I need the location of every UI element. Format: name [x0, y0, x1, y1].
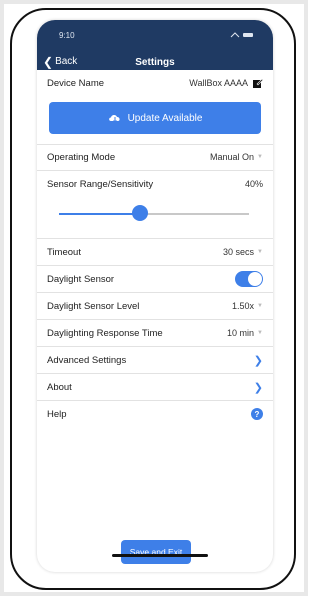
response-time-value: 10 min [227, 328, 255, 338]
timeout-row[interactable]: Timeout 30 secs ▼ [37, 239, 273, 265]
daylight-level-value-wrap: 1.50x ▼ [232, 301, 263, 311]
daylight-level-value: 1.50x [232, 301, 255, 311]
daylight-level-label: Daylight Sensor Level [47, 300, 140, 312]
daylight-sensor-row: Daylight Sensor [37, 266, 273, 292]
help-icon[interactable]: ? [251, 408, 263, 420]
operating-mode-label: Operating Mode [47, 151, 116, 163]
sensitivity-slider-track[interactable] [139, 213, 249, 215]
home-indicator [112, 554, 208, 557]
device-name-label: Device Name [47, 77, 105, 89]
response-time-row[interactable]: Daylighting Response Time 10 min ▼ [37, 320, 273, 346]
sensor-range-label: Sensor Range/Sensitivity [47, 178, 154, 190]
status-time: 9:10 [59, 31, 75, 40]
timeout-label: Timeout [47, 246, 81, 258]
device-name-row[interactable]: Device Name WallBox AAAA [37, 70, 273, 96]
status-icons [229, 31, 255, 41]
page-title: Settings [135, 57, 175, 68]
daylight-sensor-label: Daylight Sensor [47, 273, 115, 285]
save-and-exit-button[interactable]: Save and Exit [121, 540, 191, 564]
navigation-bar: 9:10 ❮ Back Settings [37, 20, 273, 70]
sensitivity-slider-fill[interactable] [59, 213, 139, 215]
caret-down-icon: ▼ [257, 249, 263, 255]
edit-icon[interactable] [253, 78, 263, 88]
response-time-value-wrap: 10 min ▼ [227, 328, 263, 338]
sensor-range-row: Sensor Range/Sensitivity 40% [37, 171, 273, 197]
cloud-download-icon [108, 114, 120, 123]
battery-wifi-icon [230, 32, 253, 38]
caret-down-icon: ▼ [257, 330, 263, 336]
operating-mode-value: Manual On [210, 152, 255, 162]
update-available-button[interactable]: Update Available [49, 102, 261, 134]
caret-down-icon: ▼ [257, 303, 263, 309]
daylight-level-row[interactable]: Daylight Sensor Level 1.50x ▼ [37, 293, 273, 319]
help-label: Help [47, 408, 67, 420]
advanced-settings-label: Advanced Settings [47, 354, 127, 366]
daylight-sensor-toggle[interactable] [235, 271, 263, 287]
toggle-knob [248, 272, 262, 286]
update-available-label: Update Available [127, 112, 203, 124]
operating-mode-row[interactable]: Operating Mode Manual On ▼ [37, 144, 273, 170]
response-time-label: Daylighting Response Time [47, 327, 163, 339]
sensor-range-value: 40% [244, 179, 263, 189]
advanced-settings-row[interactable]: Advanced Settings ❯ [37, 347, 273, 373]
about-label: About [47, 381, 72, 393]
operating-mode-value-wrap: Manual On ▼ [210, 152, 263, 162]
app-screen: 9:10 ❮ Back Settings Device Name WallBox… [37, 20, 273, 572]
help-row[interactable]: Help ? [37, 401, 273, 427]
sensitivity-slider-thumb[interactable] [132, 205, 148, 221]
chevron-right-icon: ❯ [253, 354, 263, 367]
timeout-value: 30 secs [223, 247, 255, 257]
device-name-value: WallBox AAAA [189, 78, 248, 88]
device-name-value-wrap: WallBox AAAA [189, 78, 263, 88]
about-row[interactable]: About ❯ [37, 374, 273, 400]
timeout-value-wrap: 30 secs ▼ [223, 247, 263, 257]
caret-down-icon: ▼ [257, 154, 263, 160]
chevron-right-icon: ❯ [253, 381, 263, 394]
